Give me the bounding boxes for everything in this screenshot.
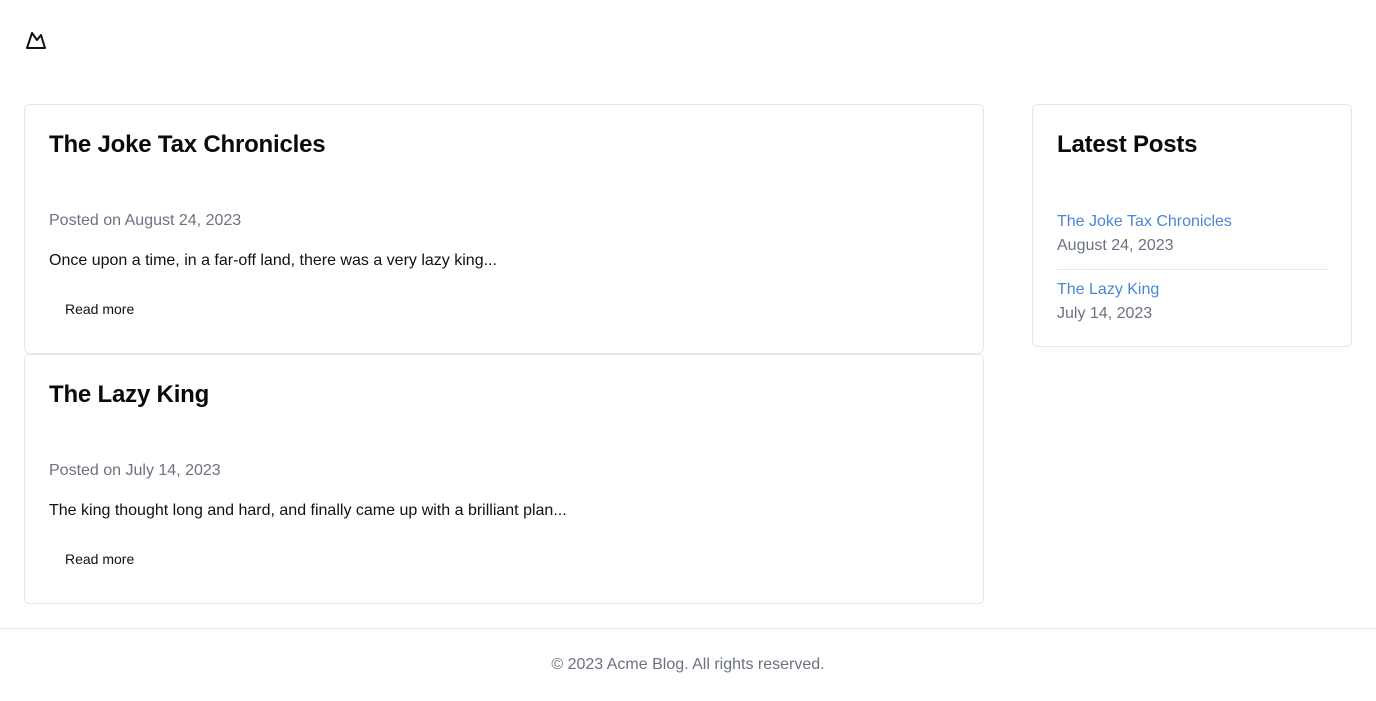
post-title: The Joke Tax Chronicles — [49, 131, 326, 158]
post-excerpt: Once upon a time, in a far-off land, the… — [49, 252, 497, 269]
latest-post-link[interactable]: The Lazy King — [1057, 279, 1328, 301]
mountain-logo-icon — [26, 32, 46, 49]
latest-post-link[interactable]: The Joke Tax Chronicles — [1057, 211, 1328, 233]
latest-posts-sidebar: Latest Posts The Joke Tax Chronicles Aug… — [1032, 104, 1352, 347]
post-date: Posted on July 14, 2023 — [49, 462, 221, 479]
post-card: The Joke Tax Chronicles Posted on August… — [24, 104, 984, 354]
post-card: The Lazy King Posted on July 14, 2023 Th… — [24, 354, 984, 604]
copyright-text: © 2023 Acme Blog. All rights reserved. — [551, 656, 825, 673]
post-date: Posted on August 24, 2023 — [49, 212, 242, 229]
post-list: The Joke Tax Chronicles Posted on August… — [24, 104, 984, 604]
read-more-button[interactable]: Read more — [49, 293, 150, 325]
post-excerpt: The king thought long and hard, and fina… — [49, 502, 567, 519]
latest-post-date: July 14, 2023 — [1057, 305, 1153, 322]
list-item: The Lazy King July 14, 2023 — [1057, 269, 1328, 337]
latest-posts-list: The Joke Tax Chronicles August 24, 2023 … — [1057, 211, 1328, 337]
latest-post-date: August 24, 2023 — [1057, 237, 1174, 254]
read-more-button[interactable]: Read more — [49, 543, 150, 575]
list-item: The Joke Tax Chronicles August 24, 2023 — [1057, 211, 1328, 269]
post-title: The Lazy King — [49, 381, 210, 408]
sidebar-title: Latest Posts — [1057, 131, 1198, 158]
page-footer: © 2023 Acme Blog. All rights reserved. — [0, 628, 1376, 701]
home-logo-link[interactable] — [24, 28, 48, 52]
